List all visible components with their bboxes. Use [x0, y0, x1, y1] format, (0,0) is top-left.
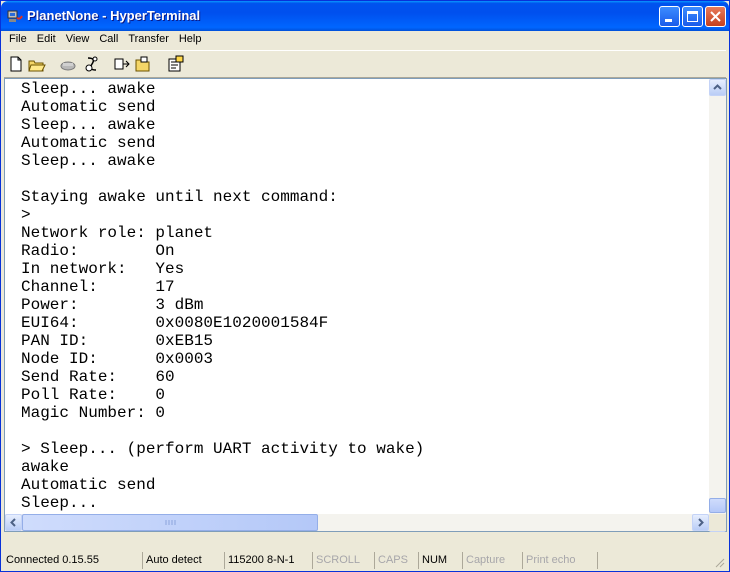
terminal-line: Sleep... awake — [21, 116, 156, 134]
hyperterminal-window: PlanetNone - HyperTerminal File Edit View C… — [0, 0, 730, 572]
chevron-up-icon — [713, 84, 722, 90]
status-caps: CAPS — [374, 552, 418, 569]
maximize-button[interactable] — [682, 6, 703, 27]
open-folder-icon[interactable] — [27, 54, 47, 74]
terminal-line: Sleep... awake — [21, 152, 156, 170]
scroll-up-button[interactable] — [709, 79, 726, 96]
terminal-line: Poll Rate: 0 — [21, 386, 166, 404]
menu-view[interactable]: View — [61, 31, 95, 49]
receive-file-icon[interactable] — [132, 54, 152, 74]
terminal-line: Power: 3 dBm — [21, 296, 204, 314]
menu-edit[interactable]: Edit — [32, 31, 61, 49]
terminal-line: Send Rate: 60 — [21, 368, 175, 386]
terminal-line: In network: Yes — [21, 260, 185, 278]
menu-file[interactable]: File — [4, 31, 32, 49]
terminal-line: Sleep... awake — [21, 80, 156, 98]
status-bar: Connected 0.15.55 Auto detect 115200 8-N… — [3, 551, 727, 571]
scrollbar-corner — [709, 514, 726, 531]
horizontal-scrollbar[interactable] — [5, 514, 709, 531]
scroll-left-button[interactable] — [5, 514, 22, 531]
horizontal-scroll-thumb[interactable] — [22, 514, 318, 531]
title-bar[interactable]: PlanetNone - HyperTerminal — [1, 1, 729, 31]
menu-transfer[interactable]: Transfer — [123, 31, 174, 49]
send-file-icon[interactable] — [112, 54, 132, 74]
terminal-line: Radio: On — [21, 242, 175, 260]
menu-call[interactable]: Call — [94, 31, 123, 49]
resize-grip-icon[interactable] — [713, 556, 725, 571]
terminal-line: Network role: planet — [21, 224, 214, 242]
toolbar — [4, 50, 726, 78]
minimize-icon — [665, 19, 672, 22]
terminal-frame: Sleep... awake Automatic send Sleep... awa… — [4, 78, 727, 532]
terminal-line: > Sleep... (perform UART activity to wak… — [21, 440, 425, 458]
menu-bar: File Edit View Call Transfer Help — [4, 31, 726, 49]
new-document-icon[interactable] — [6, 54, 26, 74]
chevron-right-icon — [698, 518, 704, 527]
terminal-line: Channel: 17 — [21, 278, 175, 296]
close-button[interactable] — [705, 6, 726, 27]
terminal-line: Automatic send — [21, 98, 156, 116]
terminal-line: awake — [21, 458, 70, 476]
terminal-line: Node ID: 0x0003 — [21, 350, 214, 368]
connect-phone-icon[interactable] — [58, 54, 78, 74]
terminal-line: PAN ID: 0xEB15 — [21, 332, 214, 350]
terminal-line: Magic Number: 0 — [21, 404, 166, 422]
terminal-output[interactable]: Sleep... awake Automatic send Sleep... awa… — [21, 80, 709, 518]
vertical-scrollbar[interactable] — [709, 79, 726, 532]
status-capture: Capture — [462, 552, 522, 569]
menu-help[interactable]: Help — [174, 31, 207, 49]
terminal-line: Staying awake until next command: — [21, 188, 338, 206]
properties-icon[interactable] — [166, 54, 186, 74]
terminal-line: Automatic send — [21, 476, 156, 494]
status-print-echo: Print echo — [522, 552, 597, 569]
disconnect-icon[interactable] — [82, 54, 102, 74]
vertical-scroll-thumb[interactable] — [709, 498, 726, 513]
status-connection: Connected 0.15.55 — [6, 554, 99, 566]
status-empty — [597, 552, 715, 569]
terminal-line: Sleep... — [21, 494, 98, 512]
grip-icon — [165, 520, 176, 525]
status-settings: 115200 8-N-1 — [224, 552, 312, 569]
terminal-line: EUI64: 0x0080E1020001584F — [21, 314, 329, 332]
minimize-button[interactable] — [659, 6, 680, 27]
close-icon — [710, 11, 721, 22]
terminal-line: Automatic send — [21, 134, 156, 152]
status-num: NUM — [418, 552, 462, 569]
hyperterminal-app-icon[interactable] — [7, 8, 23, 24]
window-title: PlanetNone - HyperTerminal — [27, 8, 201, 23]
maximize-icon — [687, 11, 698, 22]
status-detect: Auto detect — [142, 552, 224, 569]
chevron-left-icon — [10, 518, 16, 527]
status-scroll: SCROLL — [312, 552, 374, 569]
scroll-right-button[interactable] — [692, 514, 709, 531]
terminal-line: > — [21, 206, 31, 224]
